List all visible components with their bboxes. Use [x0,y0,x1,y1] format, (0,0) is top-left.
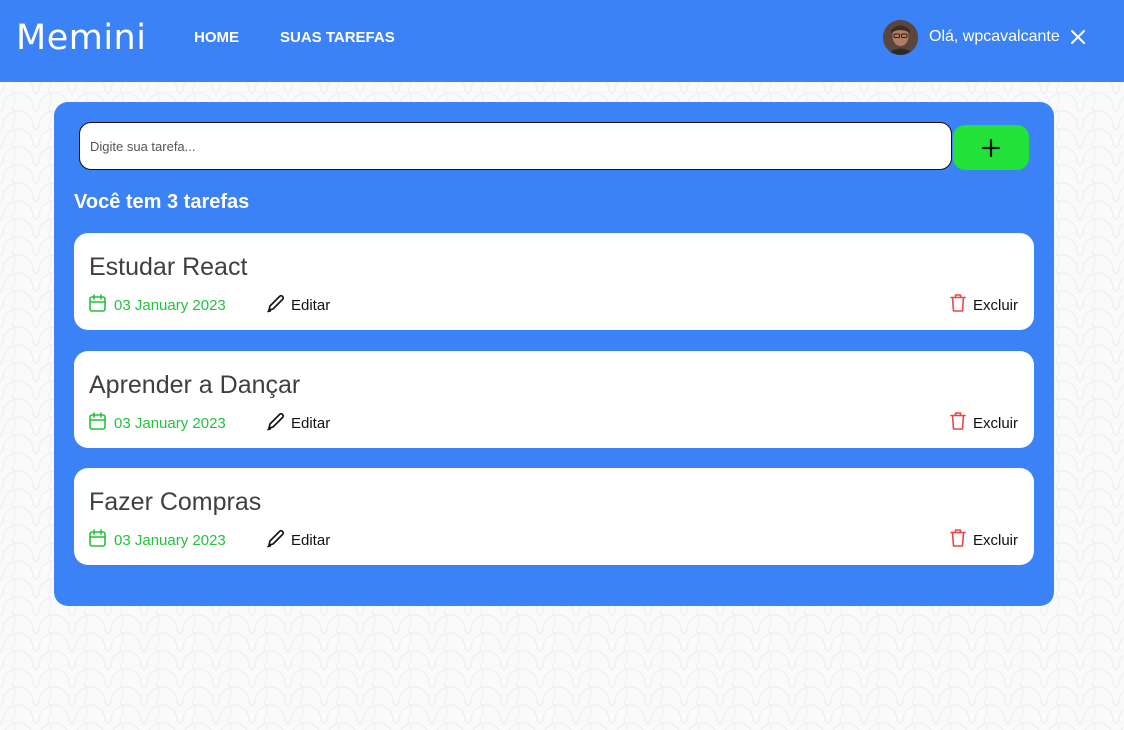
trash-icon [949,528,973,552]
task-date: 03 January 2023 [89,529,226,551]
avatar [883,20,918,55]
delete-label: Excluir [973,296,1019,314]
task-card: Estudar React 03 January 2023 Editar Exc… [74,233,1034,330]
delete-label: Excluir [973,414,1019,432]
edit-task-button[interactable]: Editar [266,294,331,317]
tasks-panel: Você tem 3 tarefas Estudar React 03 Janu… [54,102,1054,606]
pencil-icon [266,294,291,317]
task-input[interactable] [79,122,952,170]
user-greeting: Olá, wpcavalcante [929,28,1060,45]
delete-task-button[interactable]: Excluir [949,293,1019,317]
delete-task-button[interactable]: Excluir [949,528,1019,552]
task-title: Aprender a Dançar [89,371,301,399]
pencil-icon [266,529,291,552]
task-date-text: 03 January 2023 [114,531,226,549]
task-date-text: 03 January 2023 [114,414,226,432]
task-date-text: 03 January 2023 [114,296,226,314]
close-icon[interactable] [1070,29,1086,45]
task-title: Fazer Compras [89,488,262,516]
task-date: 03 January 2023 [89,294,226,316]
trash-icon [949,411,973,435]
trash-icon [949,293,973,317]
task-card: Fazer Compras 03 January 2023 Editar Exc… [74,468,1034,565]
calendar-icon [89,294,114,316]
top-navbar: Memini HOME SUAS TAREFAS Olá, wpcavalcan… [0,0,1124,82]
app-logo[interactable]: Memini [16,16,146,60]
tasks-count-heading: Você tem 3 tarefas [74,191,250,213]
plus-icon [953,138,1029,158]
nav-tasks-link[interactable]: SUAS TAREFAS [280,29,395,47]
task-title: Estudar React [89,253,248,281]
edit-task-button[interactable]: Editar [266,412,331,435]
task-card: Aprender a Dançar 03 January 2023 Editar [74,351,1034,448]
nav-home-link[interactable]: HOME [194,29,239,47]
calendar-icon [89,529,114,551]
delete-task-button[interactable]: Excluir [949,411,1019,435]
calendar-icon [89,412,114,434]
delete-label: Excluir [973,531,1019,549]
edit-label: Editar [291,531,331,549]
add-task-button[interactable] [953,125,1029,170]
pencil-icon [266,412,291,435]
edit-label: Editar [291,296,331,314]
task-date: 03 January 2023 [89,412,226,434]
edit-label: Editar [291,414,331,432]
edit-task-button[interactable]: Editar [266,529,331,552]
